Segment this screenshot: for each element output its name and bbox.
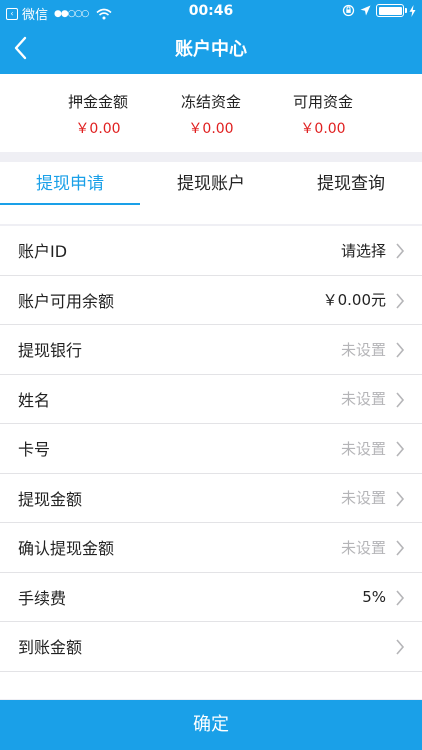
rotation-lock-icon (342, 4, 355, 17)
row-account-id[interactable]: 账户ID 请选择 (0, 226, 422, 276)
row-value: ￥0.00元 (322, 291, 386, 310)
chevron-right-icon (396, 391, 405, 408)
row-value: 未设置 (340, 390, 386, 409)
active-tab-indicator (0, 203, 140, 205)
row-label: 到账金额 (18, 638, 83, 658)
row-confirm-withdraw-amount[interactable]: 确认提现金额 未设置 (0, 523, 422, 573)
chevron-right-icon (396, 292, 405, 309)
withdraw-form: 账户ID 请选择 账户可用余额 ￥0.00元 提现银行 未设置 姓名 未设置 卡… (0, 226, 422, 699)
row-available-balance[interactable]: 账户可用余额 ￥0.00元 (0, 276, 422, 325)
row-card-number[interactable]: 卡号 未设置 (0, 424, 422, 474)
row-value: 请选择 (340, 241, 386, 260)
row-name[interactable]: 姓名 未设置 (0, 375, 422, 424)
chevron-right-icon (396, 243, 405, 259)
tab-label: 提现查询 (317, 174, 385, 194)
row-withdraw-amount[interactable]: 提现金额 未设置 (0, 474, 422, 523)
chevron-right-icon (396, 639, 405, 655)
fund-label: 可用资金 (292, 93, 353, 111)
row-service-fee[interactable]: 手续费 5% (0, 573, 422, 622)
row-label: 账户ID (18, 242, 68, 262)
page-title: 账户中心 (175, 39, 247, 60)
tab-label: 提现申请 (36, 174, 104, 194)
list-spacer (0, 671, 422, 699)
row-value: 未设置 (340, 489, 386, 508)
row-withdraw-bank[interactable]: 提现银行 未设置 (0, 325, 422, 375)
tab-withdraw-query[interactable]: 提现查询 (281, 162, 421, 224)
row-value: 5% (362, 587, 386, 606)
nav-header: ‹ 微信 ●●○○○ 00:46 账户中心 (0, 0, 422, 74)
row-arrival-amount[interactable]: 到账金额 (0, 622, 422, 672)
fund-frozen: 冻结资金 ￥0.00 (156, 91, 266, 138)
chevron-right-icon (396, 540, 405, 556)
fund-available: 可用资金 ￥0.00 (268, 91, 378, 138)
chevron-right-icon (396, 441, 405, 457)
row-label: 提现金额 (18, 489, 83, 509)
row-label: 手续费 (18, 588, 67, 608)
tab-withdraw-apply[interactable]: 提现申请 (0, 162, 140, 224)
row-label: 姓名 (18, 390, 51, 410)
fund-value: ￥0.00 (300, 121, 346, 137)
chevron-right-icon (396, 490, 405, 507)
row-label: 确认提现金额 (18, 539, 115, 559)
fund-deposit: 押金金额 ￥0.00 (43, 91, 153, 138)
row-value: 未设置 (340, 340, 386, 359)
fund-value: ￥0.00 (75, 121, 121, 137)
row-value: 未设置 (340, 538, 386, 557)
confirm-button[interactable]: 确定 (0, 700, 422, 750)
charging-icon (409, 4, 416, 17)
chevron-right-icon (396, 589, 405, 606)
tab-bar: 提现申请 提现账户 提现查询 (0, 162, 422, 224)
battery-icon (376, 4, 407, 17)
tab-label: 提现账户 (177, 174, 245, 194)
row-label: 提现银行 (18, 341, 83, 361)
row-value: 未设置 (340, 439, 386, 458)
row-label: 账户可用余额 (18, 291, 115, 311)
location-icon (360, 5, 371, 16)
status-bar: ‹ 微信 ●●○○○ 00:46 (0, 0, 422, 24)
status-bar-right (342, 4, 416, 17)
funds-summary: 押金金额 ￥0.00 冻结资金 ￥0.00 可用资金 ￥0.00 (0, 74, 422, 152)
fund-value: ￥0.00 (188, 121, 234, 137)
row-label: 卡号 (18, 440, 51, 460)
fund-label: 押金金额 (67, 93, 128, 111)
fund-label: 冻结资金 (180, 93, 241, 111)
chevron-right-icon (396, 342, 405, 358)
tab-withdraw-account[interactable]: 提现账户 (141, 162, 281, 224)
